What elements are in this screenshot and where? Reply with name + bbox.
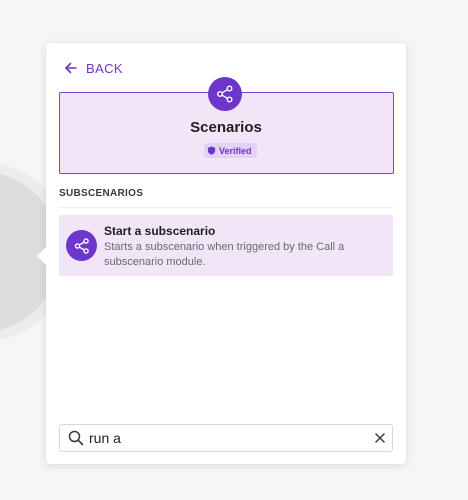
share-icon [217,85,233,103]
section-title: SUBSCENARIOS [59,188,144,199]
shield-icon [207,146,216,155]
app-icon [208,77,242,111]
search-icon [68,430,84,446]
search-box [59,424,393,452]
module-title: Start a subscenario [104,224,216,238]
search-input[interactable] [89,428,359,448]
module-icon [66,230,97,261]
verified-label: Verified [219,145,252,156]
divider [59,207,393,208]
arrow-left-icon [65,62,77,74]
module-picker-panel: BACK Scenarios Verified SUBSCENARIOS Sta… [37,43,406,464]
module-description: Starts a subscenario when triggered by t… [104,241,345,268]
share-icon [74,237,89,254]
close-icon[interactable] [374,432,386,444]
back-label: BACK [86,60,124,76]
module-item-start-subscenario[interactable]: Start a subscenario Starts a subscenario… [59,215,393,276]
panel-pointer [37,247,46,265]
app-title: Scenarios [190,119,262,136]
canvas: BACK Scenarios Verified SUBSCENARIOS Sta… [0,0,468,500]
verified-badge: Verified [204,143,257,158]
back-button[interactable]: BACK [64,60,123,76]
